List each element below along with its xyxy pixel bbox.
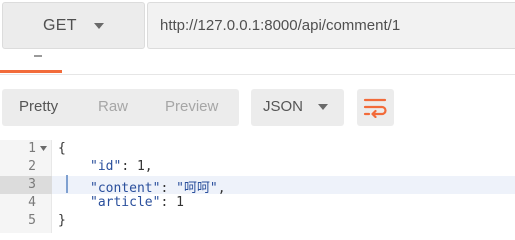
- url-input[interactable]: http://127.0.0.1:8000/api/comment/1: [147, 2, 515, 49]
- method-label: GET: [43, 17, 77, 34]
- url-text: http://127.0.0.1:8000/api/comment/1: [160, 17, 401, 34]
- format-dropdown[interactable]: JSON: [251, 89, 344, 126]
- chevron-down-icon: [318, 104, 328, 110]
- cursor-indent-marker: [66, 175, 68, 193]
- view-mode-group: Pretty Raw Preview: [2, 89, 239, 126]
- line-number: 3: [28, 177, 36, 192]
- code-line: 4 "article": 1: [0, 194, 515, 212]
- tab-label-fragment: [34, 51, 42, 57]
- wrap-lines-button[interactable]: [357, 89, 394, 126]
- code-text: "id": 1,: [90, 159, 153, 174]
- pretty-button[interactable]: Pretty: [19, 98, 58, 115]
- line-number: 4: [28, 195, 36, 210]
- raw-button[interactable]: Raw: [98, 98, 128, 115]
- response-body-editor[interactable]: 1 { 2 "id": 1, 3 "content": "呵呵", 4 "art…: [0, 140, 515, 233]
- code-line-active: 3 "content": "呵呵",: [0, 176, 515, 196]
- json-comma: ,: [144, 159, 153, 174]
- active-tab-indicator: [0, 70, 62, 73]
- code-text: {: [58, 141, 66, 156]
- wrap-lines-icon: [363, 98, 387, 118]
- json-separator: :: [121, 159, 137, 174]
- line-number: 2: [28, 159, 36, 174]
- code-line: 2 "id": 1,: [0, 158, 515, 176]
- postman-response-panel: GET http://127.0.0.1:8000/api/comment/1 …: [0, 0, 515, 233]
- fold-toggle-icon[interactable]: [40, 146, 47, 151]
- code-text: "article": 1: [90, 195, 184, 210]
- line-number: 5: [28, 213, 36, 228]
- json-value: 1: [136, 159, 145, 174]
- json-value: 1: [176, 195, 184, 210]
- line-number: 1: [28, 141, 36, 156]
- json-separator: :: [160, 195, 177, 210]
- code-line: 5 }: [0, 212, 515, 230]
- method-dropdown[interactable]: GET: [2, 2, 145, 49]
- preview-button[interactable]: Preview: [165, 98, 218, 115]
- chevron-down-icon: [94, 23, 104, 29]
- code-text: }: [58, 213, 66, 228]
- json-key: "article": [90, 195, 161, 210]
- json-key: "id": [90, 159, 122, 174]
- response-tabs: [0, 51, 515, 75]
- code-line: 1 {: [0, 140, 515, 158]
- format-label: JSON: [263, 98, 304, 115]
